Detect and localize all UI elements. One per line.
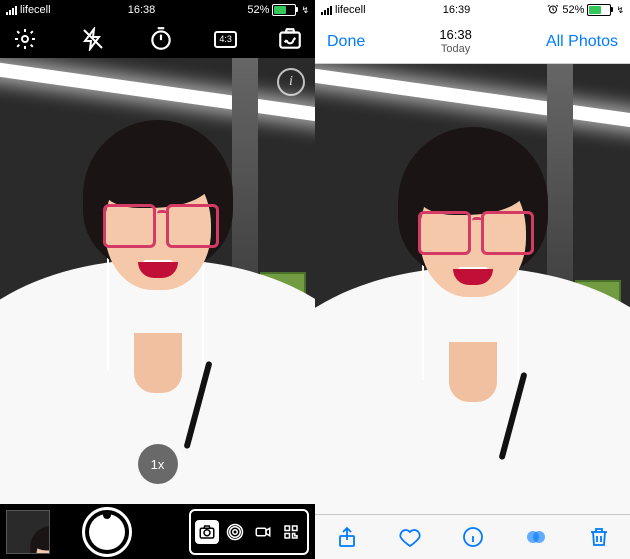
status-bar-right: lifecell 16:39 52% ↯ <box>315 0 630 20</box>
alarm-icon <box>232 3 244 18</box>
photos-preview-screen: lifecell 16:39 52% ↯ Done 16:38 Today Al… <box>315 0 630 559</box>
info-circle-icon[interactable] <box>461 525 485 549</box>
trash-icon[interactable] <box>587 525 611 549</box>
zoom-level-button[interactable]: 1x <box>138 444 178 484</box>
aspect-ratio-button[interactable]: 4:3 <box>214 31 237 48</box>
photo-view[interactable] <box>315 64 630 515</box>
selfie-preview-image <box>0 58 315 504</box>
camera-top-toolbar: 4:3 <box>0 20 315 58</box>
charging-icon: ↯ <box>616 5 624 16</box>
filter-overlap-icon[interactable] <box>524 525 548 549</box>
shutter-button[interactable] <box>82 507 132 557</box>
carrier-label: lifecell <box>335 4 366 16</box>
battery-pct: 52% <box>562 4 584 16</box>
signal-bars-icon <box>6 6 17 15</box>
switch-camera-icon[interactable] <box>275 24 305 54</box>
timer-icon[interactable] <box>146 24 176 54</box>
video-mode-icon[interactable] <box>251 520 275 544</box>
carrier-label: lifecell <box>20 4 51 16</box>
favorite-heart-icon[interactable] <box>398 525 422 549</box>
status-time: 16:38 <box>128 4 156 16</box>
photos-nav-bar: Done 16:38 Today All Photos <box>315 20 630 64</box>
share-icon[interactable] <box>335 525 359 549</box>
status-time: 16:39 <box>443 4 471 16</box>
alarm-icon <box>547 3 559 18</box>
nav-time-label: 16:38 <box>439 27 472 42</box>
battery-icon <box>272 4 296 16</box>
done-button[interactable]: Done <box>327 33 365 51</box>
charging-icon: ↯ <box>301 5 309 16</box>
camera-viewfinder[interactable]: i 1x <box>0 58 315 504</box>
photos-bottom-toolbar <box>315 514 630 559</box>
flash-off-icon[interactable] <box>78 24 108 54</box>
all-photos-button[interactable]: All Photos <box>546 33 618 51</box>
qr-mode-icon[interactable] <box>279 520 303 544</box>
photo-mode-icon[interactable] <box>195 520 219 544</box>
live-mode-icon[interactable] <box>223 520 247 544</box>
nav-title: 16:38 Today <box>439 27 472 57</box>
info-icon[interactable]: i <box>277 68 305 96</box>
status-bar-left: lifecell 16:38 52% ↯ <box>0 0 315 20</box>
nav-subtitle: Today <box>439 42 472 57</box>
photo-image <box>315 64 630 515</box>
battery-icon <box>587 4 611 16</box>
battery-pct: 52% <box>247 4 269 16</box>
capture-mode-switcher <box>189 509 309 555</box>
settings-gear-icon[interactable] <box>10 24 40 54</box>
camera-app-screen: lifecell 16:38 52% ↯ 4:3 <box>0 0 315 559</box>
last-photo-thumbnail[interactable] <box>6 510 50 554</box>
camera-bottom-bar <box>0 504 315 559</box>
signal-bars-icon <box>321 6 332 15</box>
